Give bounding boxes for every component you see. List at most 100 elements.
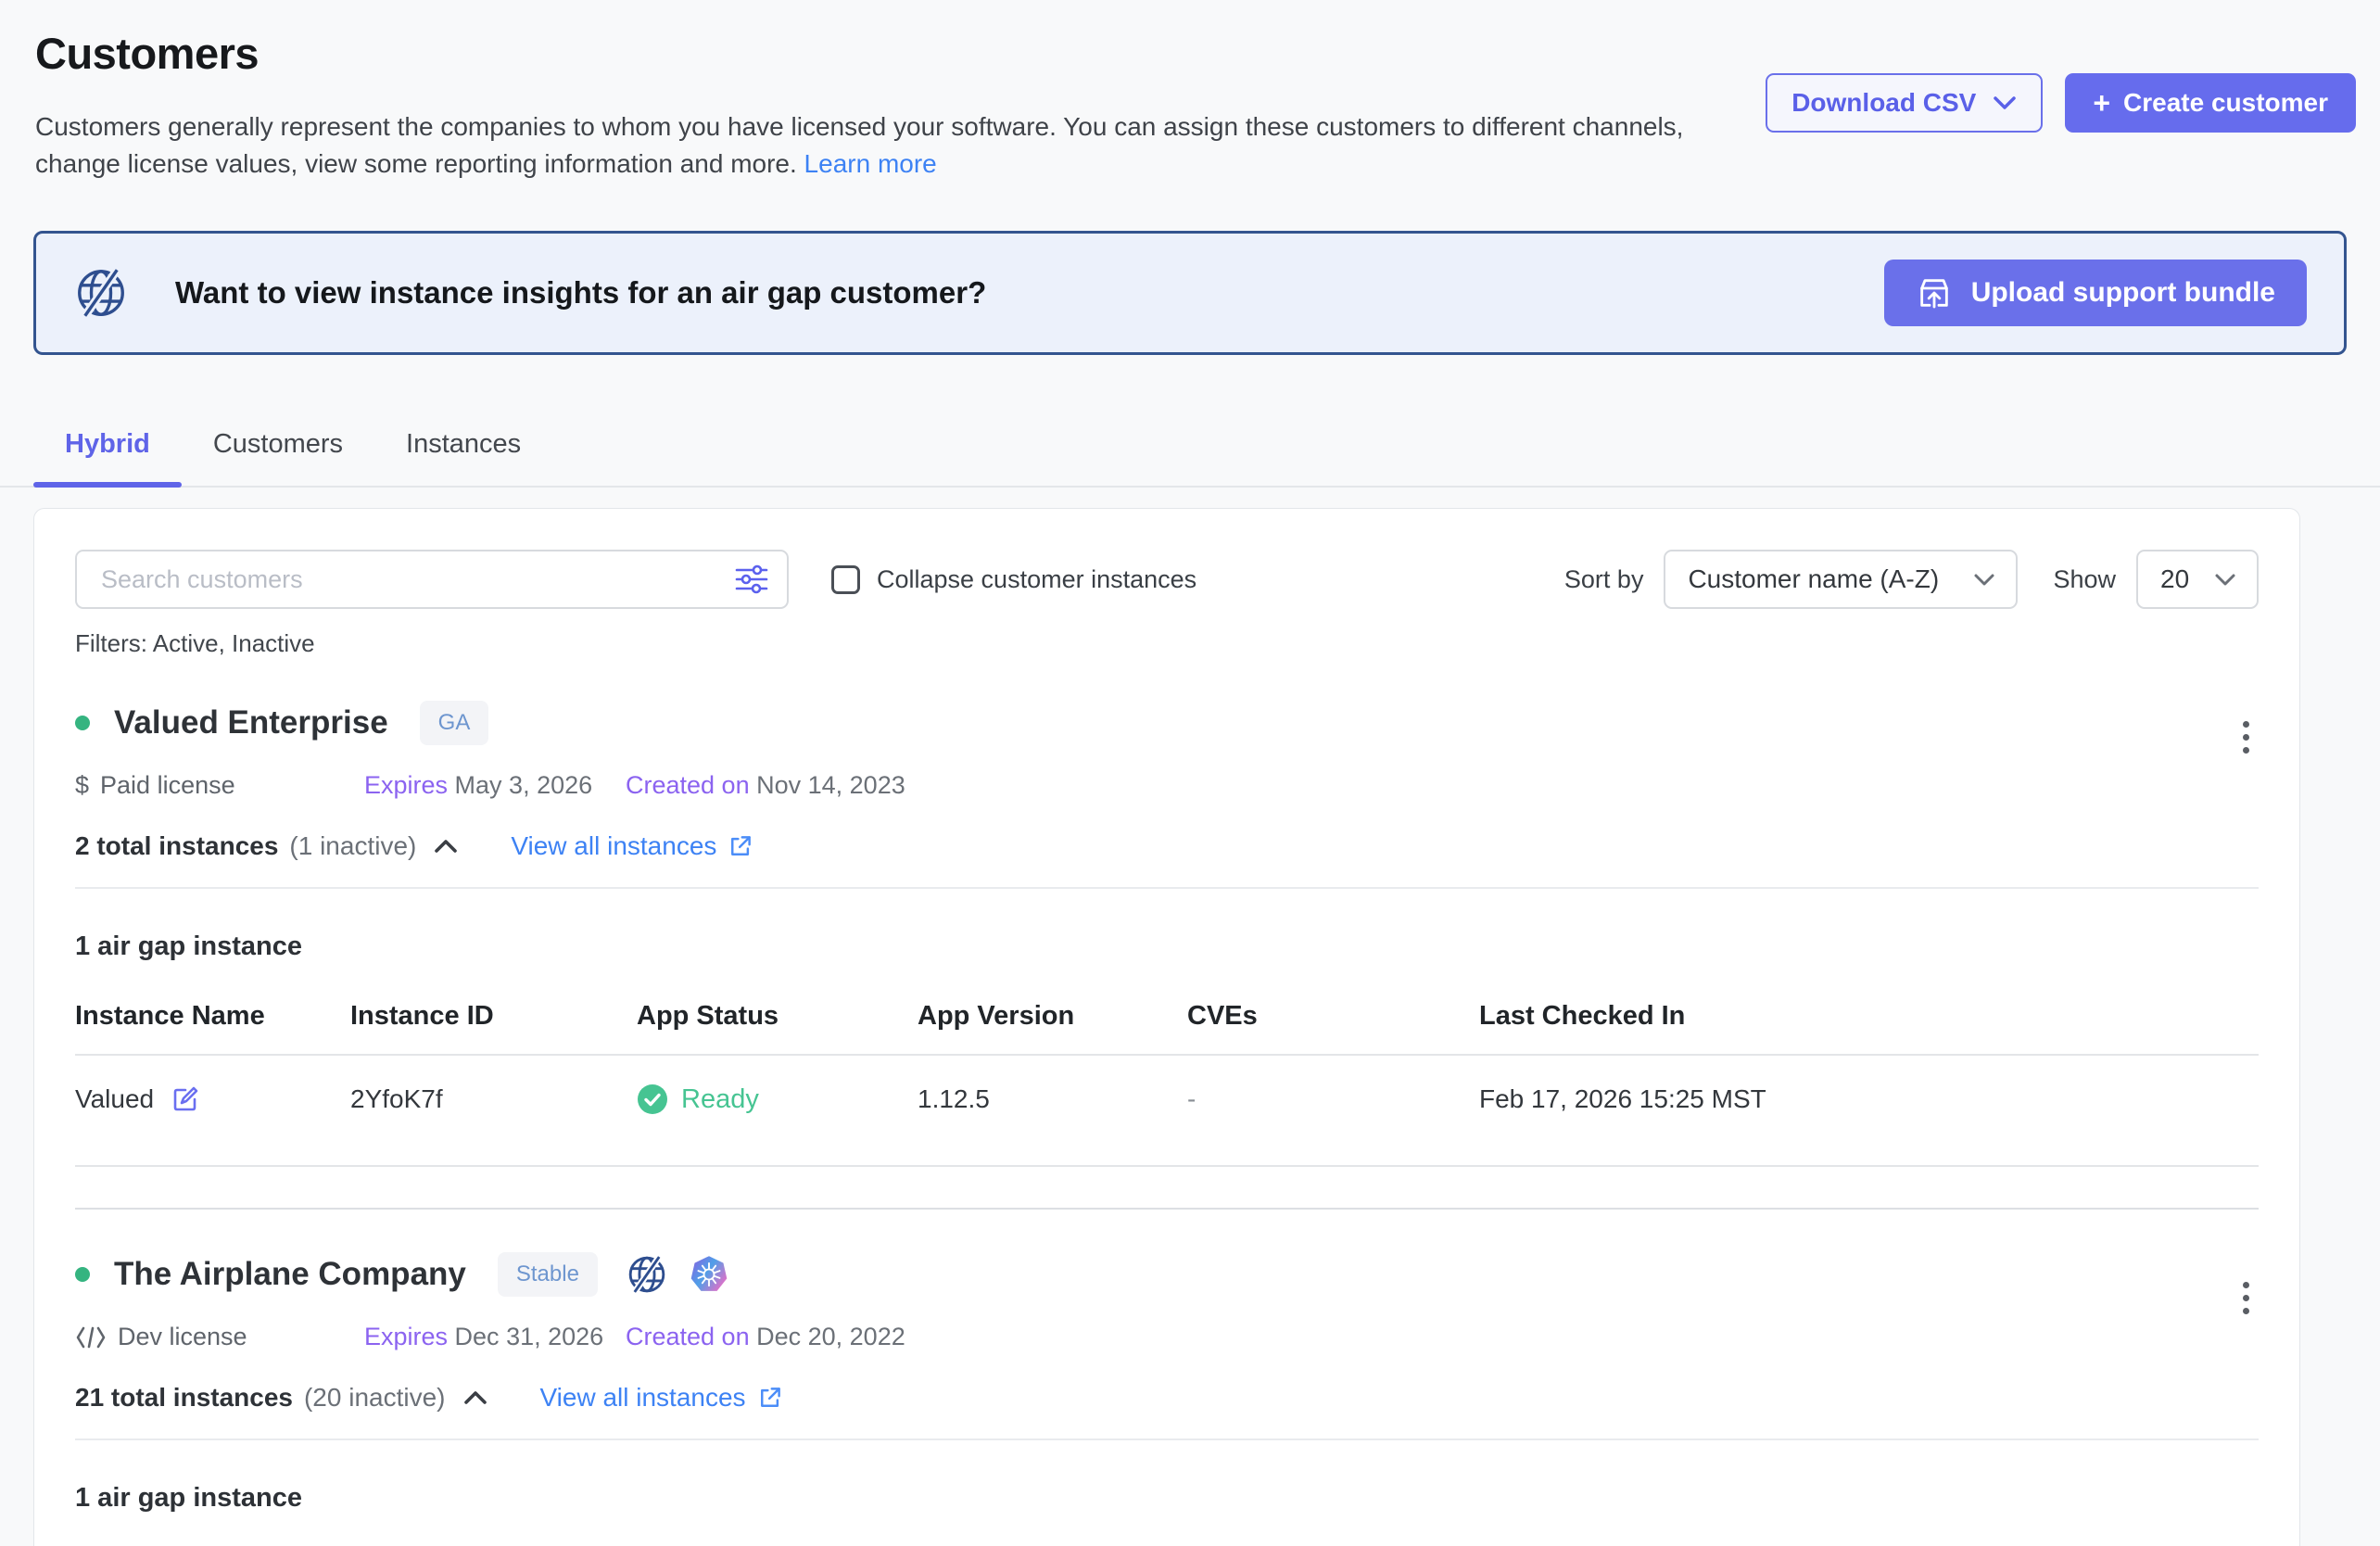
collapse-instances-group: Collapse customer instances — [831, 565, 1196, 594]
download-csv-label: Download CSV — [1791, 88, 1976, 118]
view-all-instances-link[interactable]: View all instances — [540, 1383, 783, 1413]
col-app-status: App Status — [637, 1001, 918, 1032]
active-status-dot — [75, 716, 90, 730]
show-value: 20 — [2160, 564, 2189, 594]
inactive-instances: (20 inactive) — [304, 1383, 446, 1413]
external-link-icon — [757, 1385, 783, 1411]
dollar-icon: $ — [75, 771, 89, 800]
collapse-instances-checkbox[interactable] — [831, 565, 860, 594]
collapse-instances-caret[interactable] — [462, 1390, 488, 1405]
customer-meta-row: Dev license Expires Dec 31, 2026 Created… — [75, 1323, 2259, 1351]
sort-by-select[interactable]: Customer name (A-Z) — [1664, 550, 2018, 609]
customer-menu-kebab[interactable] — [2237, 716, 2255, 759]
col-instance-id: Instance ID — [350, 1001, 637, 1032]
instances-summary-row: 21 total instances (20 inactive) View al… — [75, 1383, 2259, 1413]
tab-instances[interactable]: Instances — [374, 412, 552, 486]
external-link-icon — [728, 833, 753, 859]
tab-bar: Hybrid Customers Instances — [0, 412, 2380, 488]
instances-summary-row: 2 total instances (1 inactive) View all … — [75, 831, 2259, 861]
section-divider — [75, 1438, 2259, 1440]
chevron-down-icon — [1973, 573, 1995, 587]
app-status-cell: Ready — [637, 1083, 918, 1115]
chevron-down-icon — [1993, 95, 2017, 110]
license-type: Dev license — [75, 1323, 364, 1351]
instance-name-cell: Valued — [75, 1084, 350, 1114]
search-input[interactable] — [75, 550, 789, 609]
customer-block-valued-enterprise: Valued Enterprise GA $ Paid license Expi… — [75, 701, 2259, 1210]
col-cves: CVEs — [1187, 1001, 1479, 1032]
channel-badge: GA — [420, 701, 489, 745]
view-all-instances-link[interactable]: View all instances — [511, 831, 753, 861]
airgap-globe-icon — [626, 1253, 668, 1296]
customer-name-row: Valued Enterprise GA — [75, 701, 2259, 745]
expires-info: Expires Dec 31, 2026 — [364, 1323, 626, 1351]
plus-icon: + — [2093, 88, 2110, 118]
customer-capability-icons — [626, 1253, 729, 1296]
page-description: Customers generally represent the compan… — [35, 108, 1750, 183]
active-filters-text: Filters: Active, Inactive — [75, 629, 2259, 658]
channel-badge: Stable — [498, 1252, 598, 1297]
upload-icon — [1916, 274, 1953, 311]
kubernetes-embedded-cluster-icon — [689, 1254, 729, 1295]
customer-name[interactable]: The Airplane Company — [114, 1256, 466, 1293]
sort-by-value: Customer name (A-Z) — [1688, 564, 1939, 594]
inactive-instances: (1 inactive) — [289, 831, 416, 861]
app-version: 1.12.5 — [918, 1084, 1187, 1114]
table-row-divider — [75, 1165, 2259, 1167]
view-all-instances-label: View all instances — [540, 1383, 746, 1413]
expires-label: Expires — [364, 771, 448, 799]
cves-value: - — [1187, 1084, 1479, 1114]
tab-customers[interactable]: Customers — [182, 412, 374, 486]
col-instance-name: Instance Name — [75, 1001, 350, 1032]
edit-icon — [171, 1084, 200, 1114]
instances-table-header: Instance Name Instance ID App Status App… — [75, 1001, 2259, 1032]
collapse-instances-label: Collapse customer instances — [877, 565, 1196, 594]
customers-card: Collapse customer instances Sort by Cust… — [33, 508, 2300, 1546]
expires-date: May 3, 2026 — [455, 771, 593, 799]
check-circle-icon — [637, 1083, 668, 1115]
created-info: Created on Dec 20, 2022 — [626, 1323, 905, 1351]
show-label: Show — [2053, 565, 2116, 594]
last-checked-in: Feb 17, 2026 15:25 MST — [1479, 1084, 2259, 1114]
page-title: Customers — [35, 28, 2356, 79]
filter-sliders-icon[interactable] — [735, 564, 768, 595]
instance-id: 2YfoK7f — [350, 1084, 637, 1114]
app-status: Ready — [681, 1084, 759, 1115]
created-on-label: Created on — [626, 771, 750, 799]
customer-block-airplane-company: The Airplane Company Stable — [75, 1252, 2259, 1546]
search-wrap — [75, 550, 789, 609]
section-divider — [75, 887, 2259, 889]
collapse-instances-caret[interactable] — [433, 839, 459, 854]
created-date: Nov 14, 2023 — [756, 771, 905, 799]
tab-hybrid[interactable]: Hybrid — [33, 412, 182, 486]
banner-title: Want to view instance insights for an ai… — [175, 275, 986, 310]
airgap-banner: Want to view instance insights for an ai… — [33, 231, 2347, 355]
create-customer-label: Create customer — [2123, 88, 2328, 118]
col-app-version: App Version — [918, 1001, 1187, 1032]
upload-support-bundle-label: Upload support bundle — [1971, 277, 2275, 309]
expires-date: Dec 31, 2026 — [455, 1323, 604, 1350]
download-csv-button[interactable]: Download CSV — [1766, 73, 2043, 133]
learn-more-link[interactable]: Learn more — [804, 149, 937, 178]
expires-label: Expires — [364, 1323, 448, 1350]
show-select[interactable]: 20 — [2136, 550, 2259, 609]
upload-support-bundle-button[interactable]: Upload support bundle — [1884, 260, 2307, 326]
customer-name[interactable]: Valued Enterprise — [114, 704, 388, 741]
airgap-instance-heading: 1 air gap instance — [75, 931, 2259, 962]
customer-menu-kebab[interactable] — [2237, 1276, 2255, 1320]
license-type-label: Paid license — [100, 771, 235, 800]
license-type-label: Dev license — [118, 1323, 247, 1351]
customer-divider — [75, 1208, 2259, 1210]
created-date: Dec 20, 2022 — [756, 1323, 905, 1350]
create-customer-button[interactable]: + Create customer — [2065, 73, 2356, 133]
active-status-dot — [75, 1267, 90, 1282]
license-type: $ Paid license — [75, 771, 364, 800]
created-on-label: Created on — [626, 1323, 750, 1350]
page-header: Customers Customers generally represent … — [0, 0, 2380, 183]
chevron-down-icon — [2214, 573, 2236, 587]
edit-instance-button[interactable] — [171, 1084, 200, 1114]
customer-name-row: The Airplane Company Stable — [75, 1252, 2259, 1297]
instance-name: Valued — [75, 1084, 154, 1114]
total-instances: 2 total instances — [75, 831, 278, 861]
sort-by-label: Sort by — [1564, 565, 1644, 594]
